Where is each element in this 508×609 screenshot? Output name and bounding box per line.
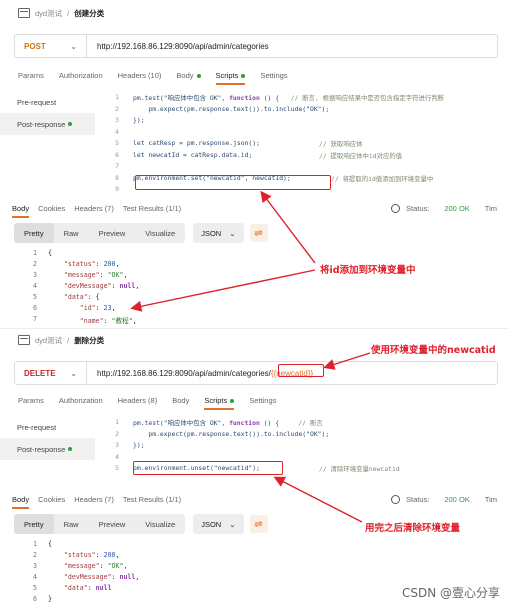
arrow-to-set-env <box>260 190 316 264</box>
annotation-arrows <box>130 190 371 523</box>
watermark: CSDN @壹心分享 <box>401 586 500 600</box>
arrow-to-unset-env <box>273 476 363 523</box>
annotation-clear-env: 用完之后清除环境变量 <box>365 523 461 534</box>
annotation-add-env: 将id添加到环境变量中 <box>320 265 416 276</box>
arrow-to-url-var <box>323 352 371 370</box>
arrow-to-id-value <box>130 269 316 312</box>
annotation-use-env: 使用环境变量中的newcatid <box>371 345 496 356</box>
